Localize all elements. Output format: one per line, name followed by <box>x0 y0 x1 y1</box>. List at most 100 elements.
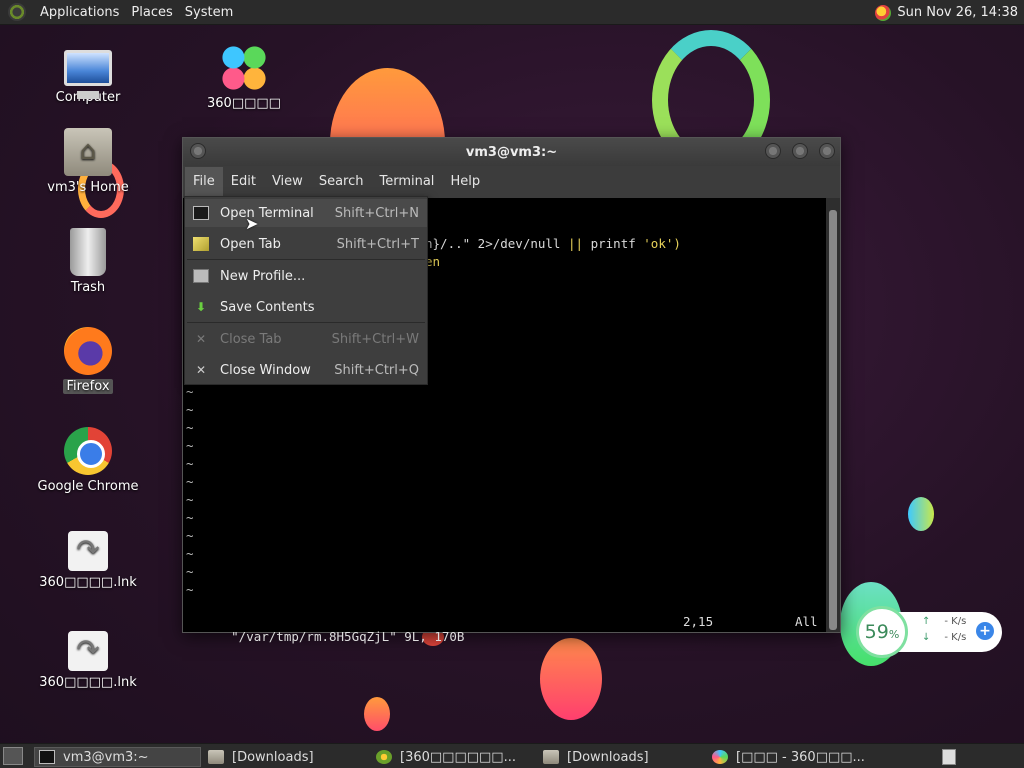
desktop-icon-360[interactable]: 360□□□□ <box>189 44 299 111</box>
empty-line-marker: ~ <box>186 474 194 489</box>
empty-line-marker: ~ <box>186 510 194 525</box>
download-arrow-icon: ⬇ <box>195 300 207 314</box>
close-icon: ✕ <box>195 363 207 377</box>
profile-icon <box>193 269 209 283</box>
mouse-pointer-icon: ➤ <box>245 214 259 233</box>
shortcut-link-icon <box>68 631 108 671</box>
taskbar-item-downloads-2[interactable]: [Downloads] <box>539 747 702 767</box>
menu-applications[interactable]: Applications <box>34 5 125 20</box>
wallpaper-shape <box>908 497 934 531</box>
menu-view[interactable]: View <box>264 167 311 197</box>
360-app-icon <box>220 44 268 92</box>
menu-item-open-tab[interactable]: Open Tab Shift+Ctrl+T <box>185 230 427 258</box>
taskbar-item-downloads[interactable]: [Downloads] <box>204 747 368 767</box>
trash-icon <box>70 228 106 276</box>
terminal-icon <box>39 750 55 764</box>
taskbar-item-terminal[interactable]: vm3@vm3:~ <box>34 747 201 767</box>
home-folder-icon <box>64 128 112 176</box>
menu-item-label: Open Tab <box>220 236 281 252</box>
show-desktop-icon[interactable] <box>3 747 23 765</box>
menu-item-shortcut: Shift+Ctrl+W <box>331 331 419 347</box>
menu-item-label: Close Tab <box>220 331 282 347</box>
app-icon <box>712 750 728 764</box>
terminal-text: 'ok') <box>643 236 681 251</box>
desktop-icon-360-link-2[interactable]: 360□□□□.lnk <box>33 627 143 690</box>
down-arrow-icon: ↓ <box>922 632 931 643</box>
minimize-icon[interactable] <box>765 143 781 159</box>
menu-separator <box>187 259 425 260</box>
chrome-icon <box>64 427 112 475</box>
scrollbar-thumb[interactable] <box>829 210 837 630</box>
file-menu-dropdown: Open Terminal Shift+Ctrl+N Open Tab Shif… <box>184 196 428 385</box>
menu-item-label: Close Window <box>220 362 311 378</box>
upload-speed-value: - K/s <box>944 616 967 627</box>
tab-icon <box>193 237 209 251</box>
taskbar-item-360[interactable]: [360□□□□□□... <box>372 747 532 767</box>
menu-places[interactable]: Places <box>125 5 178 20</box>
menu-system[interactable]: System <box>179 5 239 20</box>
taskbar-item-label: vm3@vm3:~ <box>63 749 149 765</box>
folder-icon <box>208 750 224 764</box>
menu-item-new-profile[interactable]: New Profile... <box>185 262 427 290</box>
usage-percent-sign: % <box>888 628 900 641</box>
empty-line-marker: ~ <box>186 384 194 399</box>
status-scroll-position: All <box>795 614 818 629</box>
bottom-taskbar: vm3@vm3:~ [Downloads] [360□□□□□□... [Dow… <box>0 743 1024 768</box>
network-speed-widget[interactable]: 59% ↑ - K/s ↓ - K/s + <box>856 606 1002 658</box>
menu-item-label: Save Contents <box>220 299 315 315</box>
terminal-icon <box>193 206 209 220</box>
terminal-line: n}/.." 2>/dev/null || printf 'ok') <box>425 236 681 251</box>
empty-line-marker: ~ <box>186 456 194 471</box>
desktop-icon-chrome[interactable]: Google Chrome <box>33 427 143 494</box>
computer-icon <box>64 50 112 99</box>
menu-search[interactable]: Search <box>311 167 372 197</box>
trash-icon[interactable] <box>942 749 956 765</box>
panel-tray: Sun Nov 26, 14:38 <box>875 0 1018 25</box>
menu-edit[interactable]: Edit <box>223 167 264 197</box>
window-titlebar[interactable]: vm3@vm3:~ <box>183 138 840 166</box>
terminal-text: || <box>568 236 584 251</box>
tray-app-icon[interactable] <box>875 4 892 21</box>
desktop-icon-360-link[interactable]: 360□□□□.lnk <box>33 527 143 590</box>
menu-help[interactable]: Help <box>442 167 488 197</box>
empty-line-marker: ~ <box>186 582 194 597</box>
terminal-scrollbar[interactable] <box>826 198 840 632</box>
distro-logo-icon[interactable] <box>8 3 26 21</box>
menu-terminal[interactable]: Terminal <box>371 167 442 197</box>
top-panel: Applications Places System Sun Nov 26, 1… <box>0 0 1024 25</box>
desktop-icon-home[interactable]: vm3's Home <box>33 128 143 195</box>
menu-separator <box>187 322 425 323</box>
close-icon[interactable] <box>819 143 835 159</box>
menu-item-open-terminal[interactable]: Open Terminal Shift+Ctrl+N <box>185 199 427 227</box>
plus-icon[interactable]: + <box>976 622 994 640</box>
menu-item-label: Open Terminal <box>220 205 314 221</box>
menu-item-shortcut: Shift+Ctrl+Q <box>334 362 419 378</box>
status-file-info: "/var/tmp/rm.8H5GqZjL" 9L, 170B <box>231 629 465 644</box>
desktop-icon-computer[interactable]: Computer <box>33 44 143 105</box>
firefox-icon <box>64 327 112 375</box>
desktop-icon-label: 360□□□□.lnk <box>39 675 137 690</box>
folder-icon <box>543 750 559 764</box>
close-icon: ✕ <box>195 332 207 346</box>
desktop-icon-label: 360□□□□ <box>207 96 281 111</box>
menu-file[interactable]: File <box>185 167 223 197</box>
upload-speed: ↑ - K/s <box>922 616 966 627</box>
clock[interactable]: Sun Nov 26, 14:38 <box>897 5 1018 20</box>
menu-item-shortcut: Shift+Ctrl+T <box>336 236 419 252</box>
maximize-icon[interactable] <box>792 143 808 159</box>
empty-line-marker: ~ <box>186 420 194 435</box>
menu-item-close-tab: ✕ Close Tab Shift+Ctrl+W <box>185 325 427 353</box>
empty-line-marker: ~ <box>186 564 194 579</box>
desktop-icon-label: Trash <box>70 280 106 295</box>
desktop-icon-trash[interactable]: Trash <box>33 228 143 295</box>
taskbar-item-360-browser[interactable]: [□□□ - 360□□□... <box>708 747 888 767</box>
empty-line-marker: ~ <box>186 492 194 507</box>
window-title: vm3@vm3:~ <box>465 145 558 160</box>
menu-item-save-contents[interactable]: ⬇ Save Contents <box>185 293 427 321</box>
status-cursor-position: 2,15 <box>683 614 714 629</box>
terminal-text: n}/.." 2>/dev/null <box>425 236 568 251</box>
wallpaper-shape <box>364 697 390 731</box>
menu-item-label: New Profile... <box>220 268 306 284</box>
menu-item-close-window[interactable]: ✕ Close Window Shift+Ctrl+Q <box>185 356 427 384</box>
desktop-icon-firefox[interactable]: Firefox <box>33 327 143 394</box>
